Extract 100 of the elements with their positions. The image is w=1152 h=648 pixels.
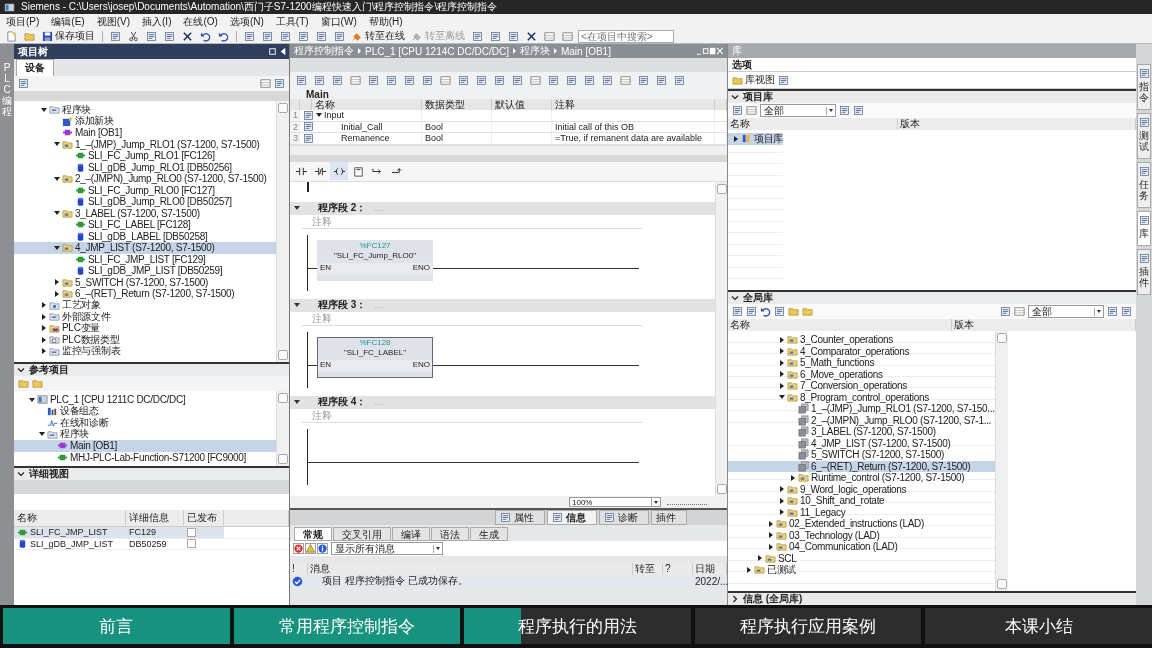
- toolbar-button[interactable]: [216, 30, 231, 42]
- dropdown-arrow-icon[interactable]: [1094, 307, 1103, 316]
- lesson-button[interactable]: 程序执行应用案例: [694, 608, 922, 644]
- caret-icon[interactable]: [745, 566, 752, 574]
- side-tab[interactable]: 任务: [1137, 162, 1151, 208]
- tree-item[interactable]: PLC变量: [14, 322, 276, 334]
- tree-item[interactable]: 8_Program_control_operations: [728, 391, 995, 403]
- tree-item[interactable]: PLC数据类型: [14, 334, 276, 346]
- filter-button[interactable]: [305, 543, 316, 554]
- menu-item[interactable]: 窗口(W): [320, 14, 357, 29]
- tree-item[interactable]: SLI_gDB_Jump_RLO0 [DB50257]: [14, 196, 276, 208]
- caret-icon[interactable]: [778, 497, 785, 505]
- column-header[interactable]: !: [290, 563, 308, 575]
- section-header[interactable]: 项目库: [728, 89, 1136, 103]
- caret-icon[interactable]: [778, 508, 785, 516]
- lesson-button[interactable]: 常用程序控制指令: [233, 608, 461, 644]
- tab[interactable]: 交叉引用: [333, 527, 391, 541]
- tree-item[interactable]: 5_SWITCH (S7-1200, S7-1500): [728, 449, 995, 461]
- filter-dropdown[interactable]: 显示所有消息: [331, 542, 443, 555]
- tree-item[interactable]: 程序块: [14, 428, 276, 440]
- tab[interactable]: 插件: [651, 510, 687, 525]
- tree-item[interactable]: 在线和诊断: [14, 417, 276, 429]
- column-header[interactable]: 名称: [14, 510, 126, 527]
- section-header[interactable]: 全局库: [728, 290, 1136, 304]
- tree-item[interactable]: Main [OB1]: [14, 440, 276, 452]
- tree-item[interactable]: SLI_FC_LABEL [FC128]: [14, 219, 276, 231]
- tree-item[interactable]: 3_LABEL (S7-1200, S7-1500): [728, 426, 995, 438]
- column-header[interactable]: ?: [663, 563, 693, 575]
- caret-icon[interactable]: [778, 336, 785, 344]
- lesson-button[interactable]: 前言: [3, 608, 230, 644]
- dropdown-arrow-icon[interactable]: [651, 498, 660, 506]
- tab[interactable]: 信息: [547, 510, 597, 525]
- tab[interactable]: 设备: [16, 59, 54, 76]
- tree-item[interactable]: 4_JMP_LIST (S7-1200, S7-1500): [728, 437, 995, 449]
- filter-button[interactable]: [293, 543, 304, 554]
- tab[interactable]: 诊断: [599, 510, 649, 525]
- column-header[interactable]: 转至: [633, 563, 663, 575]
- tree-item[interactable]: Runtime_control (S7-1200, S7-1500): [728, 472, 995, 484]
- tree-item[interactable]: 6_–(RET)_Return (S7-1200, S7-1500): [728, 460, 995, 472]
- side-tab[interactable]: 插件: [1137, 249, 1151, 295]
- menu-item[interactable]: 插入(I): [142, 14, 172, 29]
- column-header[interactable]: 版本: [898, 118, 1136, 130]
- zoom-dropdown[interactable]: 100%: [569, 497, 661, 507]
- toolbar-button[interactable]: [524, 30, 539, 42]
- caret-icon[interactable]: [778, 370, 785, 378]
- filter-dropdown[interactable]: 全部: [1028, 305, 1104, 318]
- dropdown-arrow-icon[interactable]: [433, 544, 442, 553]
- caret-icon[interactable]: [767, 520, 774, 528]
- tree-item[interactable]: Main [OB1]: [14, 127, 276, 139]
- tree-item[interactable]: 4_JMP_LIST (S7-1200, S7-1500): [14, 242, 276, 254]
- column-header[interactable]: 名称: [312, 99, 422, 110]
- tree-item[interactable]: SLI_FC_JMP_LIST [FC129]: [14, 253, 276, 265]
- tree-item[interactable]: 已测试: [728, 564, 995, 576]
- tree-item[interactable]: 03_Technology (LAD): [728, 529, 995, 541]
- tree-item[interactable]: MHJ-PLC-Lab-Function-S71200 [FC9000]: [14, 451, 276, 463]
- network-header[interactable]: 程序段 2： ....: [290, 201, 715, 215]
- caret-icon[interactable]: [53, 290, 60, 298]
- tree-item[interactable]: SLI_FC_Jump_RLO0 [FC127]: [14, 184, 276, 196]
- menu-item[interactable]: 帮助(H): [368, 14, 403, 29]
- tree-item[interactable]: 3_Counter_operations: [728, 334, 995, 346]
- tree-item[interactable]: 4_Comparator_operations: [728, 345, 995, 357]
- tree-item[interactable]: 外部源文件: [14, 311, 276, 323]
- library-view-button[interactable]: 库视图: [732, 73, 775, 87]
- side-tab[interactable]: 指令: [1137, 64, 1151, 110]
- tree-item[interactable]: 10_Shift_and_rotate: [728, 495, 995, 507]
- scrollbar[interactable]: [276, 101, 289, 362]
- tree-item[interactable]: 监控与强制表: [14, 345, 276, 357]
- caret-icon[interactable]: [778, 347, 785, 355]
- column-header[interactable]: 版本: [952, 319, 1136, 331]
- tab[interactable]: 属性: [495, 510, 545, 525]
- toolbar-button[interactable]: [180, 30, 195, 42]
- tree-item[interactable]: 5_SWITCH (S7-1200, S7-1500): [14, 276, 276, 288]
- tab[interactable]: 编译: [392, 527, 430, 541]
- caret-icon[interactable]: [778, 382, 785, 390]
- side-tab[interactable]: 测试: [1137, 113, 1151, 159]
- tree-item[interactable]: 设备组态: [14, 405, 276, 417]
- tree-item[interactable]: 04_Communication (LAD): [728, 541, 995, 553]
- tree-item[interactable]: SCL: [728, 552, 995, 564]
- tree-item[interactable]: 添加新块: [14, 115, 276, 127]
- caret-icon[interactable]: [40, 336, 47, 344]
- network-header[interactable]: 程序段 4： ....: [290, 395, 715, 409]
- tree-item[interactable]: 工艺对象: [14, 299, 276, 311]
- tab[interactable]: 常规: [294, 527, 332, 541]
- section-header[interactable]: 详细视图: [14, 466, 289, 480]
- scrollbar[interactable]: [715, 181, 727, 496]
- scrollbar[interactable]: [276, 391, 289, 466]
- toolbar-button[interactable]: [126, 30, 141, 42]
- lesson-button[interactable]: 程序执行的用法: [464, 608, 691, 644]
- menu-item[interactable]: 编辑(E): [51, 14, 85, 29]
- column-header[interactable]: 名称: [728, 319, 952, 331]
- column-header[interactable]: 注释: [552, 99, 715, 110]
- caret-icon[interactable]: [767, 531, 774, 539]
- tree-item[interactable]: PLC_1 [CPU 1211C DC/DC/DC]: [14, 394, 276, 406]
- tree-item[interactable]: 3_LABEL (S7-1200, S7-1500): [14, 207, 276, 219]
- menu-item[interactable]: 选项(N): [229, 14, 264, 29]
- caret-icon[interactable]: [732, 135, 739, 143]
- tree-item[interactable]: 2_–(JMPN)_Jump_RLO0 (S7-1200, S7-1500): [14, 173, 276, 185]
- menu-item[interactable]: 在线(O): [183, 14, 218, 29]
- tree-item[interactable]: 2_–(JMPN)_Jump_RLO0 (S7-1200, S7-1...: [728, 414, 995, 426]
- tab[interactable]: 语法: [431, 527, 469, 541]
